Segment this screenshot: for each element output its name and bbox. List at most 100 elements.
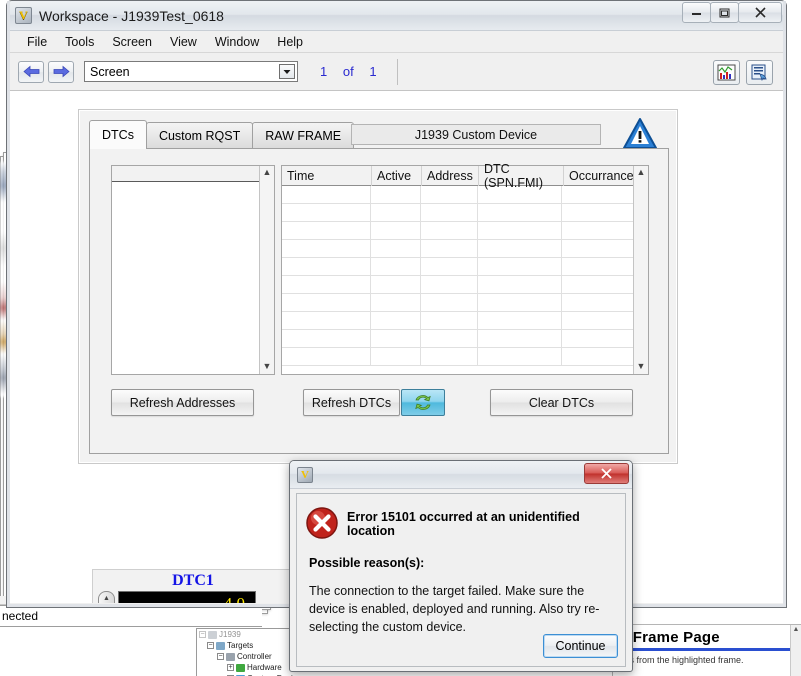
background-help-panel: d Frame Page ters from the highlighted f… <box>612 624 801 676</box>
help-panel-scrollbar[interactable]: ▲ <box>790 625 801 676</box>
dtc-table-header: Time Active Address DTC (SPN.FMI) Occurr… <box>282 162 648 190</box>
column-header-active: Active <box>372 166 422 186</box>
window-title: Workspace - J1939Test_0618 <box>39 7 224 24</box>
labview-app-icon: V <box>15 7 32 24</box>
scroll-down-icon[interactable]: ▼ <box>263 360 272 374</box>
warning-triangle-icon <box>622 117 658 151</box>
configure-view-icon <box>751 64 767 81</box>
scroll-down-icon[interactable]: ▼ <box>637 360 646 374</box>
scroll-up-icon[interactable]: ▲ <box>637 166 646 180</box>
tool-bar[interactable]: Screen 1 of 1 <box>8 53 785 91</box>
dtc-table[interactable]: Time Active Address DTC (SPN.FMI) Occurr… <box>281 162 649 375</box>
chart-view-icon <box>717 64 736 81</box>
title-bar[interactable]: V Workspace - J1939Test_0618 <box>7 1 786 31</box>
clear-dtcs-button[interactable]: Clear DTCs <box>490 389 633 416</box>
table-row[interactable] <box>282 204 633 222</box>
menu-item-screen[interactable]: Screen <box>103 33 161 51</box>
refresh-dtcs-button[interactable]: Refresh DTCs <box>303 389 400 416</box>
column-header-address: Address <box>422 166 479 186</box>
menu-item-help[interactable]: Help <box>268 33 312 51</box>
screenshot-root: − J1939 − Targets − Controller + Hardwar… <box>0 0 801 676</box>
labview-dialog-icon: V <box>297 466 313 483</box>
background-status-bar: nected <box>0 605 262 627</box>
chevron-down-icon[interactable] <box>279 64 295 79</box>
address-listbox-scrollbar[interactable]: ▲ ▼ <box>259 166 274 374</box>
error-dialog[interactable]: V Error 15101 occurred at an unidentifie… <box>289 460 633 672</box>
controller-icon <box>226 652 235 661</box>
dtc-table-scrollbar[interactable]: ▲ ▼ <box>633 166 648 374</box>
tab-label: DTCs <box>102 128 134 142</box>
screen-select[interactable]: Screen <box>84 61 298 82</box>
menu-item-tools[interactable]: Tools <box>56 33 103 51</box>
tab-label: Custom RQST <box>158 128 241 143</box>
arrow-left-icon <box>22 65 39 78</box>
project-icon <box>208 630 217 639</box>
menu-item-file[interactable]: File <box>18 33 56 51</box>
toolbar-right-group[interactable] <box>713 60 773 85</box>
tree-expander-icon[interactable]: − <box>199 631 206 638</box>
menu-item-view[interactable]: View <box>161 33 206 51</box>
address-listbox-header <box>112 166 274 182</box>
dtc-table-body <box>282 186 633 374</box>
help-panel-subtext: ters from the highlighted frame. <box>619 655 744 665</box>
address-listbox[interactable]: ▲ ▼ <box>111 165 275 375</box>
scroll-up-icon[interactable]: ▲ <box>791 625 801 634</box>
page-of-label: of <box>342 64 354 79</box>
maximize-button[interactable] <box>710 2 739 23</box>
toolbar-divider <box>397 59 398 85</box>
window-controls[interactable] <box>682 2 782 23</box>
dialog-title-bar[interactable]: V <box>290 461 632 489</box>
button-label: Refresh Addresses <box>129 395 236 410</box>
dtc1-value-display[interactable]: 4.0 <box>118 591 256 603</box>
scroll-up-icon[interactable]: ▲ <box>263 166 272 180</box>
table-row[interactable] <box>282 222 633 240</box>
hardware-icon <box>236 663 245 672</box>
refresh-cycle-toggle[interactable] <box>401 389 445 416</box>
error-x-icon <box>305 506 339 540</box>
refresh-cycle-icon <box>415 395 431 410</box>
refresh-addresses-button[interactable]: Refresh Addresses <box>111 389 254 416</box>
table-row[interactable] <box>282 240 633 258</box>
tree-expander-icon[interactable]: − <box>217 653 224 660</box>
custom-device-panel: DTCs Custom RQST RAW FRAME J1939 Custom … <box>78 109 678 464</box>
tree-label: Hardware <box>247 663 282 672</box>
stepper-up-icon[interactable]: ▲ <box>103 595 110 603</box>
tab-custom-rqst[interactable]: Custom RQST <box>145 122 254 148</box>
table-row[interactable] <box>282 294 633 312</box>
chart-view-button[interactable] <box>713 60 740 85</box>
minimize-button[interactable] <box>682 2 711 23</box>
dtc1-indicator[interactable]: DTC1 ▲ ▼ 4.0 <box>92 569 292 603</box>
forward-button[interactable] <box>48 60 74 83</box>
tab-raw-frame[interactable]: RAW FRAME <box>252 122 355 148</box>
table-row[interactable] <box>282 276 633 294</box>
table-row[interactable] <box>282 348 633 366</box>
configure-view-button[interactable] <box>746 60 773 85</box>
menu-item-window[interactable]: Window <box>206 33 268 51</box>
table-row[interactable] <box>282 258 633 276</box>
status-text: nected <box>2 609 39 623</box>
tree-expander-icon[interactable]: + <box>227 664 234 671</box>
dialog-close-button[interactable] <box>584 463 629 484</box>
tree-label: Controller <box>237 652 272 661</box>
back-button[interactable] <box>18 60 44 83</box>
menu-bar[interactable]: File Tools Screen View Window Help <box>8 31 785 53</box>
dtc1-stepper[interactable]: ▲ ▼ <box>98 591 115 603</box>
table-row[interactable] <box>282 186 633 204</box>
tab-strip[interactable]: DTCs Custom RQST RAW FRAME <box>89 120 355 149</box>
table-row[interactable] <box>282 312 633 330</box>
dialog-body: Error 15101 occurred at an unidentified … <box>296 493 626 667</box>
close-button[interactable] <box>738 2 782 23</box>
tab-dtcs[interactable]: DTCs <box>89 120 147 149</box>
dtc1-label: DTC1 <box>172 572 214 589</box>
screen-select-value: Screen <box>90 64 130 79</box>
device-title-text: J1939 Custom Device <box>414 127 538 142</box>
continue-button[interactable]: Continue <box>543 634 618 658</box>
table-row[interactable] <box>282 330 633 348</box>
dtc1-value: 4.0 <box>223 593 245 604</box>
button-label: Refresh DTCs <box>311 395 392 410</box>
reason-text: The connection to the target failed. Mak… <box>309 584 600 634</box>
dtc-button-row: Refresh Addresses Refresh DTCs Clear DTC… <box>90 389 670 423</box>
tree-expander-icon[interactable]: − <box>207 642 214 649</box>
column-header-time: Time <box>282 166 372 186</box>
error-heading: Error 15101 occurred at an unidentified … <box>347 510 580 538</box>
